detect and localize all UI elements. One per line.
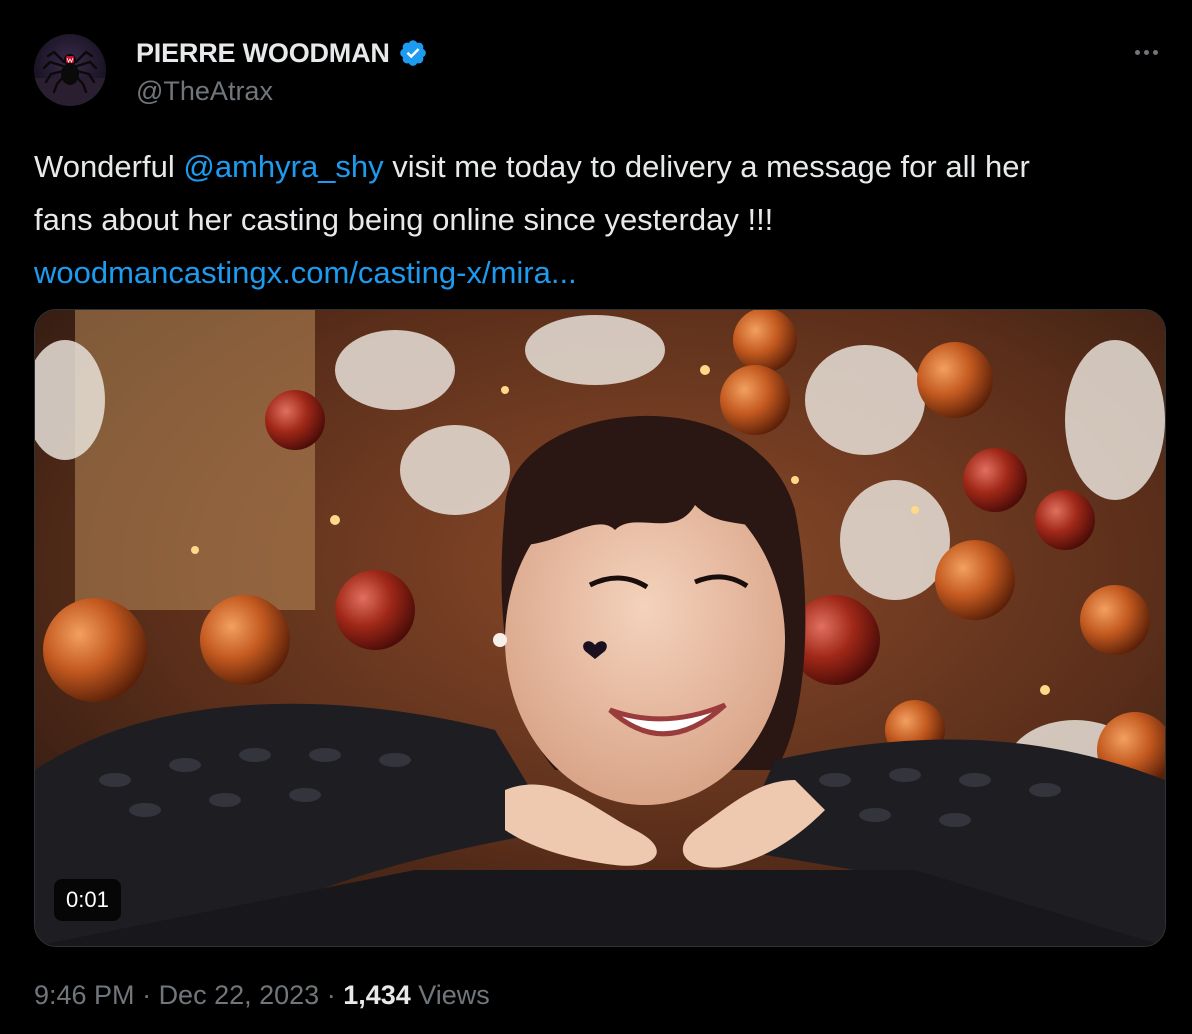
more-options-icon[interactable] [1128, 38, 1164, 66]
meta-separator: · [319, 980, 344, 1010]
tweet-date[interactable]: Dec 22, 2023 [159, 980, 320, 1010]
video-player[interactable] [34, 309, 1166, 947]
video-duration-badge: 0:01 [54, 879, 121, 921]
tweet-text-line-1: Wonderful @amhyra_shy visit me today to … [34, 140, 1159, 193]
avatar[interactable] [34, 34, 106, 106]
mention-link[interactable]: @amhyra_shy [183, 149, 383, 184]
views-count: 1,434 [343, 980, 411, 1010]
tweet-text-prefix: Wonderful [34, 149, 184, 184]
spider-logo-icon [34, 50, 106, 106]
tweet-text-suffix: visit me today to delivery a message for… [383, 149, 1030, 184]
external-link[interactable]: woodmancastingx.com/casting-x/mira... [34, 246, 1159, 299]
verified-badge-icon[interactable] [398, 38, 428, 68]
author-name-row: PIERRE WOODMAN [136, 34, 428, 72]
author-display-name[interactable]: PIERRE WOODMAN [136, 38, 390, 69]
tweet-text: Wonderful @amhyra_shy visit me today to … [34, 140, 1159, 299]
views-label: Views [410, 980, 490, 1010]
tweet-time[interactable]: 9:46 PM [34, 980, 135, 1010]
video-thumbnail [35, 310, 1165, 946]
tweet-text-line-2: fans about her casting being online sinc… [34, 202, 774, 237]
author-handle[interactable]: @TheAtrax [136, 76, 273, 107]
tweet: PIERRE WOODMAN @TheAtrax Wonderful @amhy… [0, 0, 1192, 1034]
meta-separator: · [134, 980, 159, 1010]
tweet-meta: 9:46 PM · Dec 22, 2023 · 1,434 Views [34, 980, 490, 1011]
